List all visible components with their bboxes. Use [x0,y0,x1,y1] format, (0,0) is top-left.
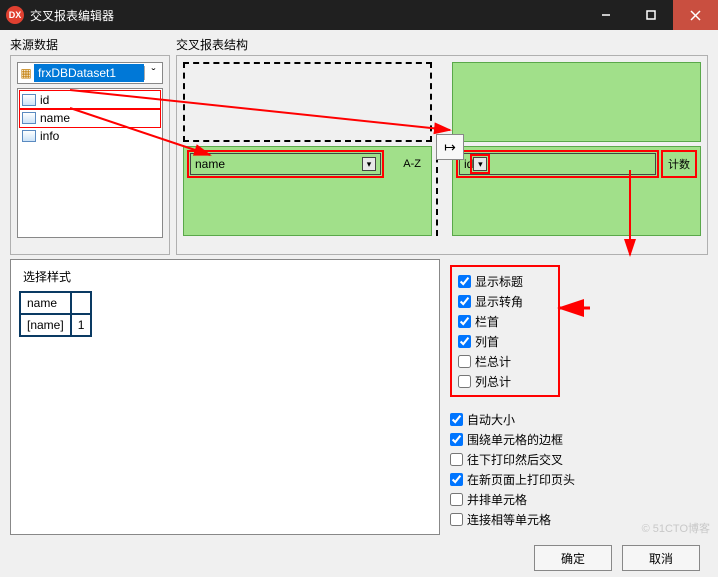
check-label: 列总计 [475,373,511,390]
field-icon [22,112,36,124]
check-col-header[interactable]: 栏首 [458,311,552,331]
check-auto-size[interactable]: 自动大小 [450,409,704,429]
structure-zone-column-header[interactable] [452,62,701,142]
check-label: 自动大小 [467,411,515,428]
aggregate-label[interactable]: 计数 [664,153,694,175]
structure-zone-topleft[interactable] [183,62,432,142]
field-label: id [40,93,49,107]
check-row-total[interactable]: 列总计 [458,371,552,391]
layout-options-group: 自动大小 围绕单元格的边框 往下打印然后交叉 在新页面上打印页头 并排单元格 连… [450,409,704,529]
field-item-info[interactable]: info [20,127,160,145]
checkbox[interactable] [458,355,471,368]
structure-label: 交叉报表结构 [176,36,708,53]
ok-button[interactable]: 确定 [534,545,612,571]
preview-panel: 选择样式 name [name]1 [10,259,440,535]
swap-dimensions-button[interactable]: ↦ [436,134,464,160]
structure-zone-row[interactable]: name ▾ A-Z [183,146,432,236]
check-row-header[interactable]: 列首 [458,331,552,351]
check-label: 连接相等单元格 [467,511,551,528]
field-label: name [40,111,70,125]
check-label: 列首 [475,333,499,350]
chevron-down-icon[interactable]: ˇ [144,66,162,80]
dropdown-icon[interactable]: ▾ [473,157,487,171]
app-icon: DX [6,6,24,24]
field-item-name[interactable]: name [20,109,160,127]
check-print-cross[interactable]: 往下打印然后交叉 [450,449,704,469]
field-icon [22,94,36,106]
structure-panel: name ▾ A-Z id ▾ 计数 ↦ [176,55,708,255]
check-cell-border[interactable]: 围绕单元格的边框 [450,429,704,449]
checkbox[interactable] [450,413,463,426]
watermark: © 51CTO博客 [642,520,710,536]
checkbox[interactable] [458,315,471,328]
cancel-button[interactable]: 取消 [622,545,700,571]
check-label: 在新页面上打印页头 [467,471,575,488]
minimize-button[interactable] [583,0,628,30]
field-label: info [40,129,59,143]
window-title: 交叉报表编辑器 [30,7,114,24]
check-label: 往下打印然后交叉 [467,451,563,468]
check-side-cells[interactable]: 并排单元格 [450,489,704,509]
checkbox[interactable] [450,453,463,466]
data-field-label: id [464,157,473,171]
checkbox[interactable] [458,275,471,288]
preview-cell-label: [name] [20,314,71,336]
display-options-group: 显示标题 显示转角 栏首 列首 栏总计 列总计 [450,265,560,397]
dropdown-icon[interactable]: ▾ [362,157,376,171]
row-field-box[interactable]: name ▾ [190,153,381,175]
source-label: 来源数据 [10,36,170,53]
check-label: 围绕单元格的边框 [467,431,563,448]
check-show-title[interactable]: 显示标题 [458,271,552,291]
dataset-icon: ▦ [18,66,34,80]
field-item-id[interactable]: id [20,91,160,109]
checkbox[interactable] [458,335,471,348]
check-label: 栏首 [475,313,499,330]
structure-zone-data[interactable]: id ▾ 计数 [452,146,701,236]
check-show-corner[interactable]: 显示转角 [458,291,552,311]
dataset-selected: frxDBDataset1 [34,64,144,82]
preview-header-cell: name [20,292,71,314]
row-sort-label[interactable]: A-Z [399,153,425,175]
checkbox[interactable] [450,513,463,526]
check-col-total[interactable]: 栏总计 [458,351,552,371]
source-panel: ▦ frxDBDataset1 ˇ id name info [10,55,170,255]
maximize-button[interactable] [628,0,673,30]
source-field-list: id name info [17,88,163,238]
check-label: 并排单元格 [467,491,527,508]
preview-cell-value: 1 [71,314,92,336]
close-button[interactable] [673,0,718,30]
dataset-select[interactable]: ▦ frxDBDataset1 ˇ [17,62,163,84]
field-icon [22,130,36,142]
checkbox[interactable] [450,433,463,446]
titlebar: DX 交叉报表编辑器 [0,0,718,30]
select-style-label: 选择样式 [19,268,431,285]
data-field-box[interactable]: id ▾ [459,153,656,175]
options-panel: 显示标题 显示转角 栏首 列首 栏总计 列总计 自动大小 围绕单元格的边框 往下… [446,259,708,535]
preview-table: name [name]1 [19,291,92,337]
check-label: 栏总计 [475,353,511,370]
check-label: 显示标题 [475,273,523,290]
checkbox[interactable] [458,375,471,388]
check-reprint-header[interactable]: 在新页面上打印页头 [450,469,704,489]
checkbox[interactable] [458,295,471,308]
check-label: 显示转角 [475,293,523,310]
checkbox[interactable] [450,473,463,486]
row-field-label: name [195,157,225,171]
dialog-footer: 确定 取消 [10,539,708,577]
checkbox[interactable] [450,493,463,506]
